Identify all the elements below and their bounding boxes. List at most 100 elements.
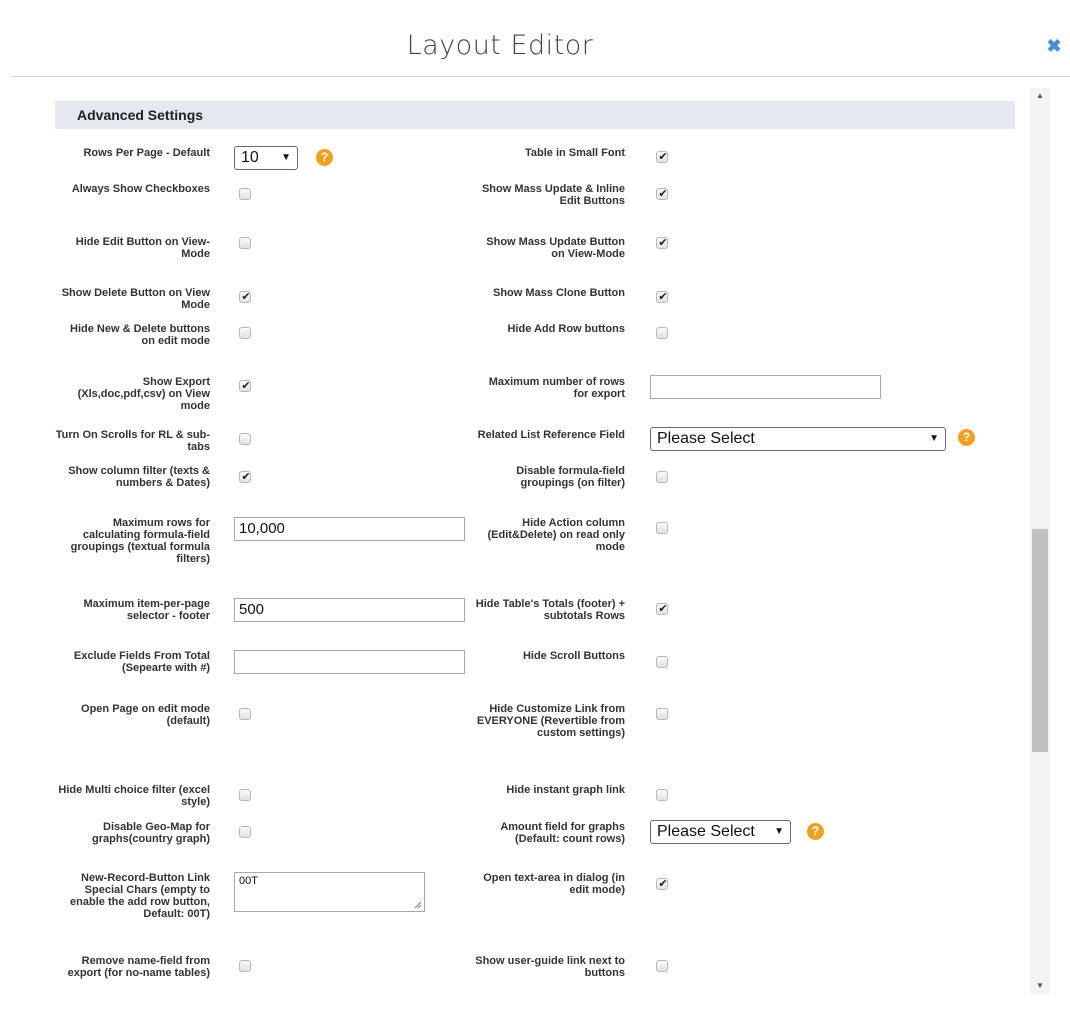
open-textarea-dialog-checkbox[interactable]: ✔ xyxy=(656,878,668,890)
hide-scroll-buttons-label: Hide Scroll Buttons xyxy=(522,650,625,662)
settings-row: Maximum item-per-page selector - footer … xyxy=(55,598,1015,648)
show-delete-button-label: Show Delete Button on View Mode xyxy=(61,287,210,311)
rows-per-page-value: 10 xyxy=(241,149,259,166)
show-column-filter-checkbox[interactable]: ✔ xyxy=(239,471,251,483)
open-page-edit-label: Open Page on edit mode (default) xyxy=(81,703,210,727)
check-icon: ✔ xyxy=(658,151,668,163)
settings-row: Disable Geo-Map for graphs(country graph… xyxy=(55,820,1015,871)
table-small-font-checkbox[interactable]: ✔ xyxy=(656,151,668,163)
check-icon: ✔ xyxy=(241,471,251,483)
chevron-down-icon: ▼ xyxy=(281,152,291,163)
hide-edit-button-checkbox[interactable] xyxy=(239,237,251,249)
check-icon: ✔ xyxy=(241,291,251,303)
hide-action-column-checkbox[interactable] xyxy=(656,522,668,534)
rows-per-page-label: Rows Per Page - Default xyxy=(83,147,210,159)
settings-row: Always Show Checkboxes Show Mass Update … xyxy=(55,182,1015,236)
hide-action-column-label: Hide Action column (Edit&Delete) on read… xyxy=(487,517,625,553)
scroll-down-icon[interactable]: ▼ xyxy=(1030,978,1050,994)
show-mass-update-inline-label: Show Mass Update & Inline Edit Buttons xyxy=(481,183,625,207)
related-list-ref-value: Please Select xyxy=(657,430,755,447)
hide-multi-choice-checkbox[interactable] xyxy=(239,789,251,801)
hide-add-row-checkbox[interactable] xyxy=(656,327,668,339)
show-user-guide-checkbox[interactable] xyxy=(656,960,668,972)
open-textarea-dialog-label: Open text-area in dialog (in edit mode) xyxy=(483,872,625,896)
check-icon: ✔ xyxy=(658,188,668,200)
remove-name-field-checkbox[interactable] xyxy=(239,960,251,972)
settings-row: Show column filter (texts & numbers & Da… xyxy=(55,465,1015,515)
show-mass-clone-label: Show Mass Clone Button xyxy=(493,287,625,299)
settings-row: Open Page on edit mode (default) Hide Cu… xyxy=(55,703,1015,783)
hide-multi-choice-label: Hide Multi choice filter (excel style) xyxy=(58,784,210,808)
help-icon[interactable]: ? xyxy=(807,823,824,840)
new-record-chars-label: New-Record-Button Link Special Chars (em… xyxy=(70,872,210,920)
chevron-down-icon: ▼ xyxy=(929,433,939,444)
hide-add-row-label: Hide Add Row buttons xyxy=(507,323,625,335)
check-icon: ✔ xyxy=(658,237,668,249)
header-divider xyxy=(12,76,1070,77)
hide-customize-link-checkbox[interactable] xyxy=(656,708,668,720)
show-mass-update-view-checkbox[interactable]: ✔ xyxy=(656,237,668,249)
hide-totals-checkbox[interactable]: ✔ xyxy=(656,603,668,615)
max-rows-formula-input[interactable]: 10,000 xyxy=(234,517,465,541)
help-icon[interactable]: ? xyxy=(316,149,333,166)
chevron-down-icon: ▼ xyxy=(774,826,784,837)
max-rows-formula-label: Maximum rows for calculating formula-fie… xyxy=(70,517,210,565)
settings-row: Show Export (Xls,doc,pdf,csv) on View mo… xyxy=(55,375,1015,426)
help-icon[interactable]: ? xyxy=(958,429,975,446)
exclude-fields-label: Exclude Fields From Total (Sepearte with… xyxy=(73,650,210,674)
related-list-ref-select[interactable]: Please Select ▼ xyxy=(650,427,946,451)
close-icon[interactable]: ✖ xyxy=(1046,37,1062,55)
hide-new-delete-label: Hide New & Delete buttons on edit mode xyxy=(70,323,210,347)
settings-row: Show Delete Button on View Mode ✔ Show M… xyxy=(55,287,1015,323)
disable-geo-map-checkbox[interactable] xyxy=(239,826,251,838)
hide-customize-link-label: Hide Customize Link from EVERYONE (Rever… xyxy=(476,703,625,739)
resize-handle-icon[interactable] xyxy=(414,901,422,909)
rows-per-page-select[interactable]: 10 ▼ xyxy=(234,146,298,170)
new-record-chars-textarea[interactable]: 00T xyxy=(234,872,425,912)
settings-row: Remove name-field from export (for no-na… xyxy=(55,955,1015,1001)
hide-totals-label: Hide Table's Totals (footer) + subtotals… xyxy=(475,598,625,622)
hide-instant-graph-label: Hide instant graph link xyxy=(506,784,625,796)
dialog-title: Layout Editor xyxy=(406,30,594,61)
settings-row: New-Record-Button Link Special Chars (em… xyxy=(55,872,1015,952)
scrollbar-thumb[interactable] xyxy=(1032,529,1048,752)
disable-formula-groupings-label: Disable formula-field groupings (on filt… xyxy=(516,465,625,489)
settings-row: Turn On Scrolls for RL & sub-tabs Relate… xyxy=(55,427,1015,465)
always-show-checkboxes-label: Always Show Checkboxes xyxy=(71,183,210,195)
amount-field-graphs-value: Please Select xyxy=(657,823,755,840)
disable-formula-groupings-checkbox[interactable] xyxy=(656,471,668,483)
open-page-edit-checkbox[interactable] xyxy=(239,708,251,720)
settings-row: Rows Per Page - Default 10 ▼ ? Table in … xyxy=(55,146,1015,186)
related-list-ref-label: Related List Reference Field xyxy=(477,429,625,441)
show-export-checkbox[interactable]: ✔ xyxy=(239,380,251,392)
settings-row: Maximum rows for calculating formula-fie… xyxy=(55,517,1015,597)
show-delete-button-checkbox[interactable]: ✔ xyxy=(239,291,251,303)
section-title: Advanced Settings xyxy=(55,101,1015,129)
check-icon: ✔ xyxy=(658,603,668,615)
turn-on-scrolls-checkbox[interactable] xyxy=(239,433,251,445)
show-mass-update-inline-checkbox[interactable]: ✔ xyxy=(656,188,668,200)
show-mass-clone-checkbox[interactable]: ✔ xyxy=(656,291,668,303)
settings-row: Exclude Fields From Total (Sepearte with… xyxy=(55,650,1015,702)
table-small-font-label: Table in Small Font xyxy=(524,147,625,159)
settings-row: Hide Multi choice filter (excel style) H… xyxy=(55,784,1015,820)
max-rows-export-label: Maximum number of rows for export xyxy=(488,376,625,400)
amount-field-graphs-select[interactable]: Please Select ▼ xyxy=(650,820,791,844)
max-item-per-page-input[interactable]: 500 xyxy=(234,598,465,622)
always-show-checkboxes-checkbox[interactable] xyxy=(239,188,251,200)
settings-row: Hide Edit Button on View-Mode Show Mass … xyxy=(55,235,1015,289)
amount-field-graphs-label: Amount field for graphs (Default: count … xyxy=(500,821,625,845)
hide-edit-button-label: Hide Edit Button on View-Mode xyxy=(75,236,210,260)
hide-instant-graph-checkbox[interactable] xyxy=(656,789,668,801)
show-column-filter-label: Show column filter (texts & numbers & Da… xyxy=(68,465,210,489)
show-export-label: Show Export (Xls,doc,pdf,csv) on View mo… xyxy=(77,376,210,412)
hide-scroll-buttons-checkbox[interactable] xyxy=(656,656,668,668)
max-item-per-page-label: Maximum item-per-page selector - footer xyxy=(83,598,210,622)
scroll-up-icon[interactable]: ▲ xyxy=(1030,88,1050,104)
remove-name-field-label: Remove name-field from export (for no-na… xyxy=(67,955,210,979)
exclude-fields-input[interactable] xyxy=(234,650,465,674)
hide-new-delete-checkbox[interactable] xyxy=(239,327,251,339)
max-rows-export-input[interactable] xyxy=(650,375,881,399)
new-record-chars-value: 00T xyxy=(239,875,258,887)
check-icon: ✔ xyxy=(241,380,251,392)
